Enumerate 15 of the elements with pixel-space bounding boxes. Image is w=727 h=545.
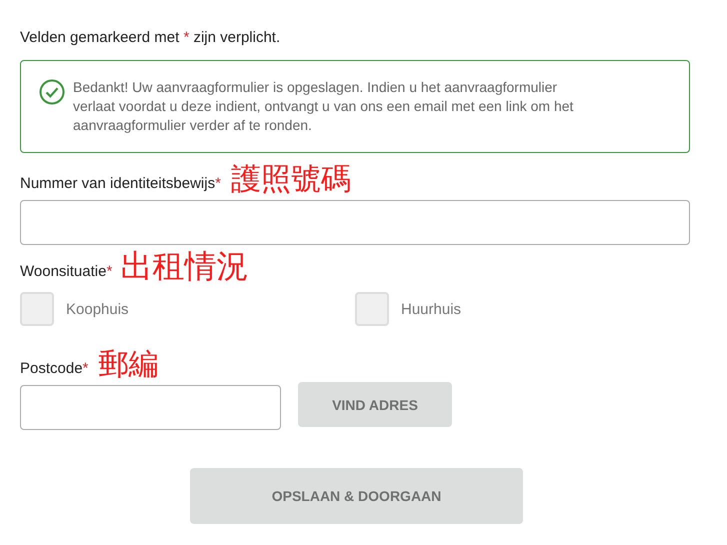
field-label: Postcode* [20, 359, 88, 380]
annotation-text: 護照號碼 [230, 163, 351, 196]
check-circle-icon [39, 79, 65, 105]
checkbox[interactable] [355, 292, 389, 326]
checkbox-label: Huurhuis [401, 300, 462, 318]
field-label: Woonsituatie* [20, 262, 112, 282]
id-number-field[interactable] [20, 200, 690, 245]
annotation-text: 出租情況 [120, 249, 248, 284]
annotation-text: 郵編 [98, 348, 158, 382]
checkbox[interactable] [20, 292, 54, 326]
checkbox-label: Koophuis [66, 300, 129, 318]
required-fields-note: Velden gemarkeerd met * zijn verplicht. [20, 28, 282, 48]
alert-message: Bedankt! Uw aanvraagformulier is opgeslagen. Indien u het aanvraagformulier verlaat voordat u deze indient, ontvangt u van ons een email met een link om het aanvraagformulier verder af te ronden. [73, 78, 574, 135]
postcode-field[interactable] [20, 385, 281, 430]
field-label: Nummer van identiteitsbewijs* [20, 174, 221, 194]
